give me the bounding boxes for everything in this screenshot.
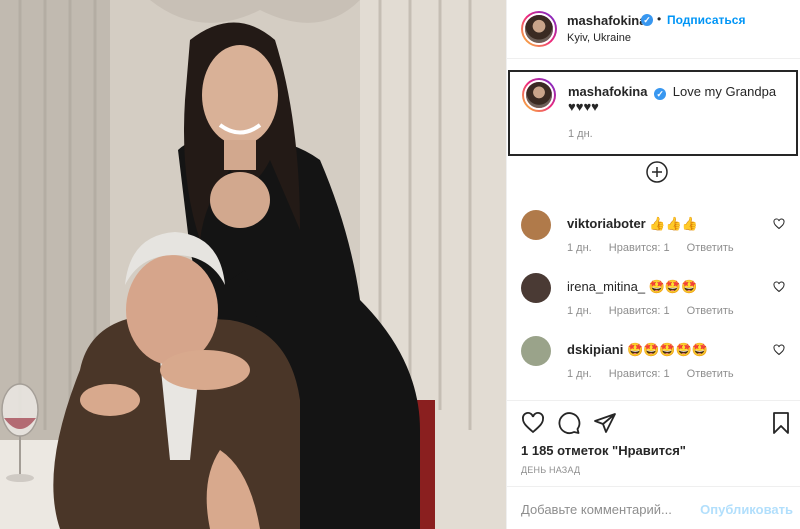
comment-meta: 1 дн. Нравится: 1 Ответить	[567, 305, 748, 317]
comment-item: dskipiani 🤩🤩🤩🤩🤩 1 дн. Нравится: 1 Ответи…	[507, 336, 800, 392]
bookmark-icon[interactable]	[769, 411, 793, 435]
commenter-avatar[interactable]	[521, 210, 551, 240]
comment-meta: 1 дн. Нравится: 1 Ответить	[567, 242, 748, 254]
location-link[interactable]: Kyiv, Ukraine	[567, 32, 631, 44]
caption: mashafokina ✓ Love my Grandpa ♥♥♥♥ 1 дн.	[508, 70, 798, 156]
comment-likes[interactable]: Нравится: 1	[609, 305, 670, 317]
caption-body: Love my Grandpa	[672, 84, 777, 99]
post-sidebar: mashafokina ✓ • Подписаться Kyiv, Ukrain…	[506, 0, 800, 529]
paper-plane-icon[interactable]	[593, 411, 617, 435]
comment-like-icon[interactable]	[773, 281, 785, 293]
comment-icon[interactable]	[557, 411, 581, 435]
comment-content: irena_mitina_ 🤩🤩🤩	[567, 279, 697, 295]
add-comment-bar: Опубликовать	[507, 486, 800, 529]
commenter-username[interactable]: irena_mitina_	[567, 279, 645, 294]
comment-like-icon[interactable]	[773, 218, 785, 230]
comment-item: viktoriaboter 👍👍👍 1 дн. Нравится: 1 Отве…	[507, 210, 800, 266]
comment-like-icon[interactable]	[773, 344, 785, 356]
photo-illustration	[0, 0, 506, 529]
caption-username[interactable]: mashafokina	[568, 84, 647, 99]
comment-time: 1 дн.	[567, 305, 592, 317]
commenter-username[interactable]: viktoriaboter	[567, 216, 646, 231]
reply-button[interactable]: Ответить	[687, 305, 734, 317]
likes-count[interactable]: 1 185 отметок "Нравится"	[521, 443, 686, 458]
commenter-avatar[interactable]	[521, 273, 551, 303]
commenter-username[interactable]: dskipiani	[567, 342, 623, 357]
reply-button[interactable]: Ответить	[687, 242, 734, 254]
verified-icon: ✓	[641, 14, 653, 26]
comment-likes[interactable]: Нравится: 1	[609, 242, 670, 254]
post-header: mashafokina ✓ • Подписаться Kyiv, Ukrain…	[507, 0, 800, 59]
comment-meta: 1 дн. Нравится: 1 Ответить	[567, 368, 748, 380]
reply-button[interactable]: Ответить	[687, 368, 734, 380]
post-photo[interactable]	[0, 0, 506, 529]
author-avatar[interactable]	[521, 11, 557, 47]
heart-icon[interactable]	[521, 411, 545, 435]
comment-time: 1 дн.	[567, 368, 592, 380]
comment-text: 🤩🤩🤩	[648, 279, 698, 294]
caption-text: mashafokina ✓ Love my Grandpa ♥♥♥♥	[568, 84, 778, 114]
action-bar	[507, 400, 800, 440]
comment-text: 🤩🤩🤩🤩🤩	[626, 342, 708, 357]
publish-button[interactable]: Опубликовать	[700, 502, 793, 517]
follow-button[interactable]: Подписаться	[667, 13, 745, 27]
commenter-avatar[interactable]	[521, 336, 551, 366]
comment-text: 👍👍👍	[649, 216, 698, 231]
comment-input[interactable]	[521, 499, 701, 519]
caption-time: 1 дн.	[568, 128, 593, 140]
caption-hearts: ♥♥♥♥	[568, 99, 599, 114]
separator-dot: •	[657, 12, 662, 26]
caption-avatar[interactable]	[522, 78, 556, 112]
load-more-comments-icon[interactable]	[645, 160, 669, 184]
comment-content: viktoriaboter 👍👍👍	[567, 216, 698, 232]
comment-time: 1 дн.	[567, 242, 592, 254]
verified-icon: ✓	[654, 88, 667, 100]
post-age: ДЕНЬ НАЗАД	[521, 465, 581, 475]
author-username[interactable]: mashafokina	[567, 13, 646, 28]
comment-content: dskipiani 🤩🤩🤩🤩🤩	[567, 342, 708, 358]
comment-item: irena_mitina_ 🤩🤩🤩 1 дн. Нравится: 1 Отве…	[507, 273, 800, 329]
comment-likes[interactable]: Нравится: 1	[609, 368, 670, 380]
